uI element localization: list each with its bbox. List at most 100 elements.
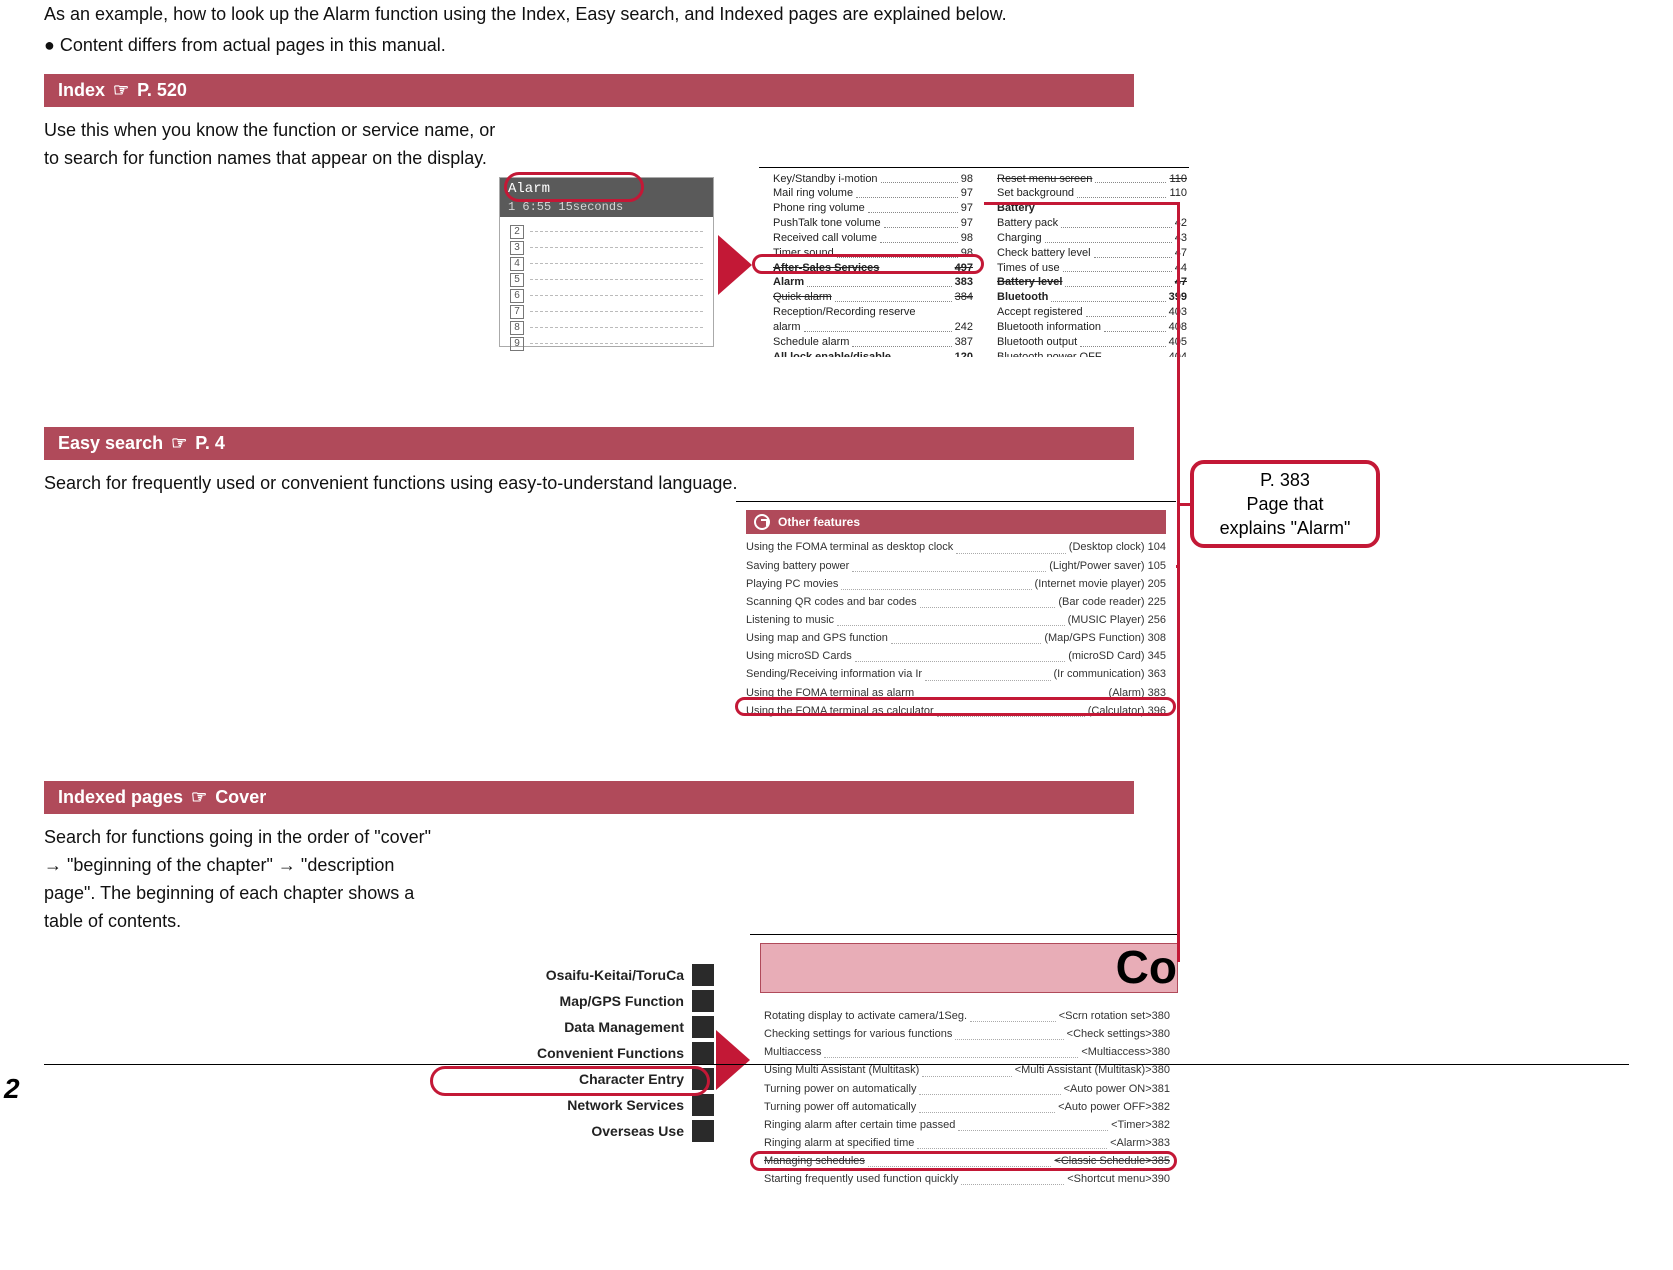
list-number-box: 3 (510, 241, 524, 255)
easy-panel: Other features Using the FOMA terminal a… (736, 501, 1176, 725)
leader-dots (894, 350, 952, 357)
entry-tag: <Scrn rotation set>380 (1059, 1007, 1170, 1025)
entry-text: Sending/Receiving information via Ir (746, 665, 922, 683)
cover-toc-entry: Turning power off automatically<Auto pow… (764, 1098, 1170, 1116)
index-entry-text: Reset menu screen (997, 172, 1092, 187)
alarm-clock-icon (754, 514, 770, 530)
entry-tag: <Multiaccess>380 (1081, 1043, 1170, 1061)
leader-dots (880, 231, 958, 243)
leader-dots (852, 557, 1046, 572)
list-number-box: 2 (510, 225, 524, 239)
phone-list-row: 2 (510, 225, 703, 239)
entry-text: Ringing alarm after certain time passed (764, 1116, 955, 1134)
index-entry: Times of use44 (997, 261, 1187, 276)
list-number-box: 4 (510, 257, 524, 271)
connector-line (1176, 565, 1180, 568)
page-number: 2 (4, 1073, 20, 1105)
index-entry: Bluetooth information408 (997, 320, 1187, 335)
leader-dots (882, 261, 951, 273)
leader-dots (920, 593, 1056, 608)
index-entry-text: Set background (997, 186, 1074, 201)
leader-dots (1061, 216, 1172, 228)
leader-dots (884, 216, 958, 228)
entry-text: Rotating display to activate camera/1Seg… (764, 1007, 967, 1025)
entry-text: Managing schedules (764, 1152, 865, 1170)
index-entry-page: 98 (961, 246, 973, 261)
leader-dots (970, 1007, 1056, 1022)
chapter-tab: Data Management (434, 1016, 714, 1038)
tab-label: Character Entry (579, 1071, 684, 1087)
leader-dots (835, 290, 952, 302)
leader-dots (925, 665, 1050, 680)
list-number-box: 5 (510, 273, 524, 287)
index-entry-text: Times of use (997, 261, 1060, 276)
entry-tag: <Shortcut menu>390 (1067, 1170, 1170, 1188)
index-entry-text: Battery level (997, 275, 1062, 290)
phone-list-row: 3 (510, 241, 703, 255)
pointing-hand-icon: ☞ (171, 433, 187, 454)
easy-search-entry: Listening to music(MUSIC Player) 256 (746, 611, 1166, 629)
index-entry-text: Bluetooth output (997, 335, 1077, 350)
entry-tag: (microSD Card) 345 (1068, 647, 1166, 665)
easy-search-entry: Using the FOMA terminal as calculator(Ca… (746, 702, 1166, 720)
index-entry: Reception/Recording reserve (773, 305, 973, 320)
entry-tag: <Auto power ON>381 (1064, 1080, 1170, 1098)
entry-tag: (Calculator) 396 (1088, 702, 1166, 720)
index-entry-text: All lock enable/disable (773, 350, 891, 357)
leader-dots (937, 702, 1085, 717)
index-entry-text: Phone ring volume (773, 201, 865, 216)
easy-search-entry: Using microSD Cards (microSD Card) 345 (746, 647, 1166, 665)
chapter-tab: Network Services (434, 1094, 714, 1116)
tab-label: Convenient Functions (537, 1045, 684, 1061)
section-bar-easy: Easy search ☞ P. 4 (44, 427, 1134, 460)
phone-list-row: 7 (510, 305, 703, 319)
list-dashes (530, 327, 703, 328)
entry-tag: (Alarm) 383 (1109, 684, 1166, 702)
cover-toc-entry: Managing schedules<Classic Schedule>385 (764, 1152, 1170, 1170)
leader-dots (824, 1043, 1078, 1058)
entry-tag: <Timer>382 (1111, 1116, 1170, 1134)
chapter-tab: Character Entry (434, 1068, 714, 1090)
easy-search-entry: Using the FOMA terminal as alarm (Alarm) … (746, 684, 1166, 702)
leader-dots (807, 275, 951, 287)
index-entry-text: Alarm (773, 275, 804, 290)
leader-dots (917, 684, 1105, 699)
leader-dots (868, 201, 958, 213)
chapter-heading-bar: Co (760, 943, 1178, 993)
other-features-label: Other features (778, 515, 860, 529)
leader-dots (1105, 350, 1166, 357)
phone-screenshot: Alarm 1 6:55 15seconds 23456789 (499, 177, 714, 347)
cover-toc-entry: Ringing alarm at specified time<Alarm>38… (764, 1134, 1170, 1152)
tab-label: Map/GPS Function (560, 993, 684, 1009)
tab-marker (692, 1094, 714, 1116)
index-entry-text: Schedule alarm (773, 335, 849, 350)
index-entry-text: Timer sound (773, 246, 834, 261)
leader-dots (841, 575, 1031, 590)
intro-text: As an example, how to look up the Alarm … (44, 0, 1629, 29)
easy-figure: Other features Using the FOMA terminal a… (44, 511, 1629, 781)
tab-marker (692, 1120, 714, 1142)
leader-dots (856, 186, 958, 198)
leader-dots (961, 1170, 1064, 1185)
cover-figure: Osaifu-Keitai/ToruCaMap/GPS FunctionData… (44, 950, 1629, 1270)
index-entry-page: 110 (1169, 172, 1187, 187)
leader-dots (891, 629, 1041, 644)
tab-marker (692, 964, 714, 986)
index-entry-page: 98 (961, 172, 973, 187)
leader-dots (1104, 320, 1166, 332)
entry-text: Using the FOMA terminal as alarm (746, 684, 914, 702)
leader-dots (958, 1116, 1108, 1131)
tab-marker (692, 1068, 714, 1090)
index-entry-text: Quick alarm (773, 290, 832, 305)
index-figure: Alarm 1 6:55 15seconds 23456789 Key/Stan… (44, 187, 1629, 417)
cover-description: Search for functions going in the order … (44, 824, 434, 936)
bullet-note: Content differs from actual pages in thi… (44, 35, 1629, 56)
index-entry: Quick alarm384 (773, 290, 973, 305)
cover-toc-entry: Starting frequently used function quickl… (764, 1170, 1170, 1188)
list-number-box: 6 (510, 289, 524, 303)
cover-toc-entry: Ringing alarm after certain time passed <… (764, 1116, 1170, 1134)
index-entry-page: 97 (961, 201, 973, 216)
list-number-box: 8 (510, 321, 524, 335)
entry-text: Using microSD Cards (746, 647, 852, 665)
index-entry-text: PushTalk tone volume (773, 216, 881, 231)
